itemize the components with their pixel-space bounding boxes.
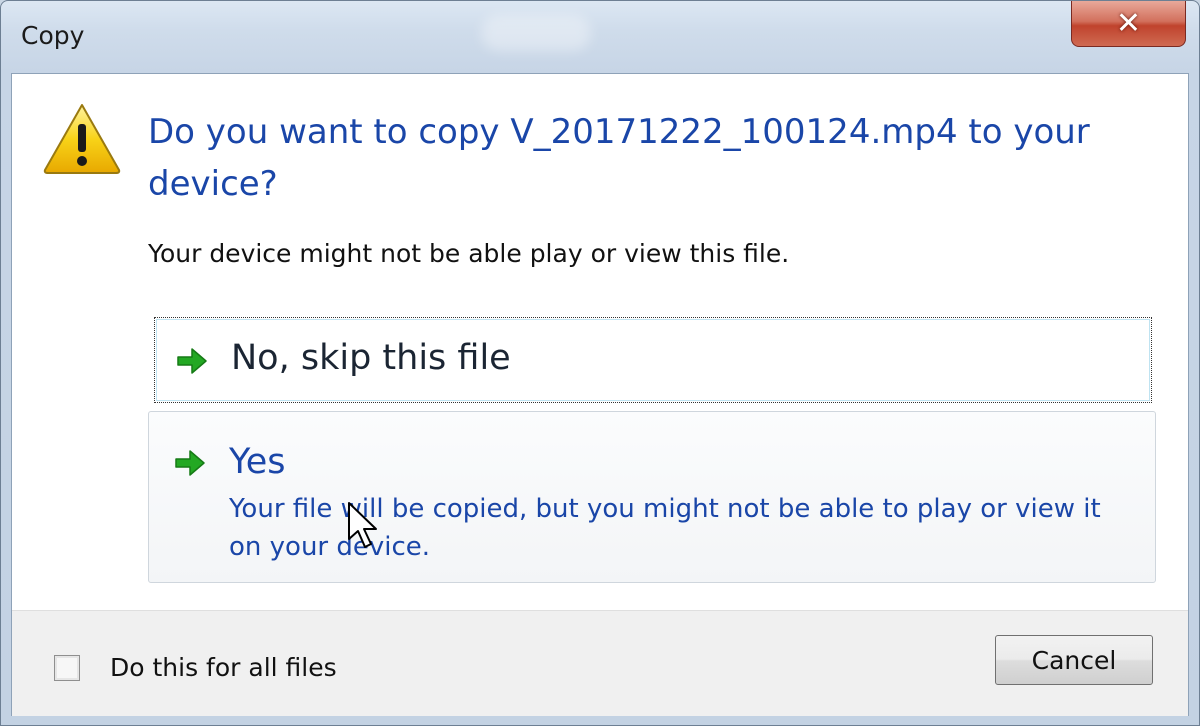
- mouse-cursor-icon: [348, 502, 377, 548]
- window-title: Copy: [21, 21, 85, 50]
- green-arrow-icon: [177, 348, 207, 374]
- dialog-subtext: Your device might not be able play or vi…: [148, 239, 790, 268]
- dialog-question: Do you want to copy V_20171222_100124.mp…: [148, 112, 1090, 204]
- warning-triangle-icon: [43, 104, 121, 174]
- title-bar[interactable]: Copy ✕: [1, 1, 1199, 73]
- title-bar-glass: [481, 15, 591, 51]
- copy-dialog-window: Copy ✕ Do you want to copy V_20171222_10…: [0, 0, 1200, 726]
- skip-file-label: No, skip this file: [231, 338, 511, 378]
- dialog-content: Do you want to copy V_20171222_100124.mp…: [11, 73, 1189, 716]
- do-this-for-all-label[interactable]: Do this for all files: [110, 653, 337, 682]
- dialog-footer: Do this for all files Cancel: [12, 610, 1188, 716]
- close-icon: ✕: [1115, 6, 1142, 41]
- yes-copy-option[interactable]: Yes Your file will be copied, but you mi…: [148, 411, 1156, 583]
- close-button[interactable]: ✕: [1071, 1, 1186, 47]
- skip-file-option[interactable]: No, skip this file: [154, 317, 1152, 403]
- yes-option-label: Yes: [229, 442, 286, 482]
- cancel-button[interactable]: Cancel: [995, 635, 1153, 685]
- green-arrow-icon: [175, 450, 205, 476]
- do-this-for-all-checkbox[interactable]: [54, 655, 80, 681]
- cancel-button-label: Cancel: [1031, 645, 1117, 675]
